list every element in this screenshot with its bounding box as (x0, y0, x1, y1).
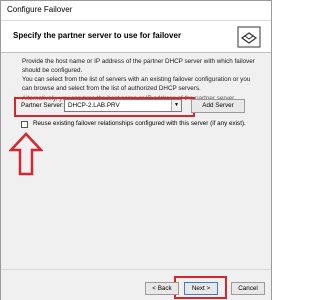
chevron-down-icon[interactable]: ▼ (171, 100, 181, 111)
dialog-header: Specify the partner server to use for fa… (1, 21, 271, 53)
title-bar: Configure Failover (1, 1, 271, 21)
header-title: Specify the partner server to use for fa… (13, 31, 182, 40)
partner-server-combobox[interactable]: DHCP-2.LAB.PRV ▼ (64, 99, 182, 112)
dialog-content: Provide the host name or IP address of t… (1, 54, 271, 269)
add-server-button[interactable]: Add Server (191, 99, 245, 113)
partner-server-label: Partner Server: (21, 102, 64, 109)
dialog-footer: < Back Next > Cancel (1, 269, 271, 300)
reuse-relationships-label: Reuse existing failover relationships co… (33, 120, 246, 127)
up-arrow-annotation-icon (9, 132, 43, 176)
configure-failover-dialog: Configure Failover Specify the partner s… (0, 0, 272, 300)
reuse-relationships-checkbox[interactable] (21, 121, 28, 128)
intro-paragraph: Provide the host name or IP address of t… (22, 58, 255, 74)
cancel-button[interactable]: Cancel (231, 282, 265, 295)
next-button[interactable]: Next > (184, 282, 218, 295)
window-title: Configure Failover (7, 5, 73, 14)
select-paragraph: You can select from the list of servers … (22, 76, 251, 92)
partner-server-value: DHCP-2.LAB.PRV (68, 102, 120, 109)
back-button[interactable]: < Back (145, 282, 179, 295)
server-network-icon (237, 26, 261, 48)
